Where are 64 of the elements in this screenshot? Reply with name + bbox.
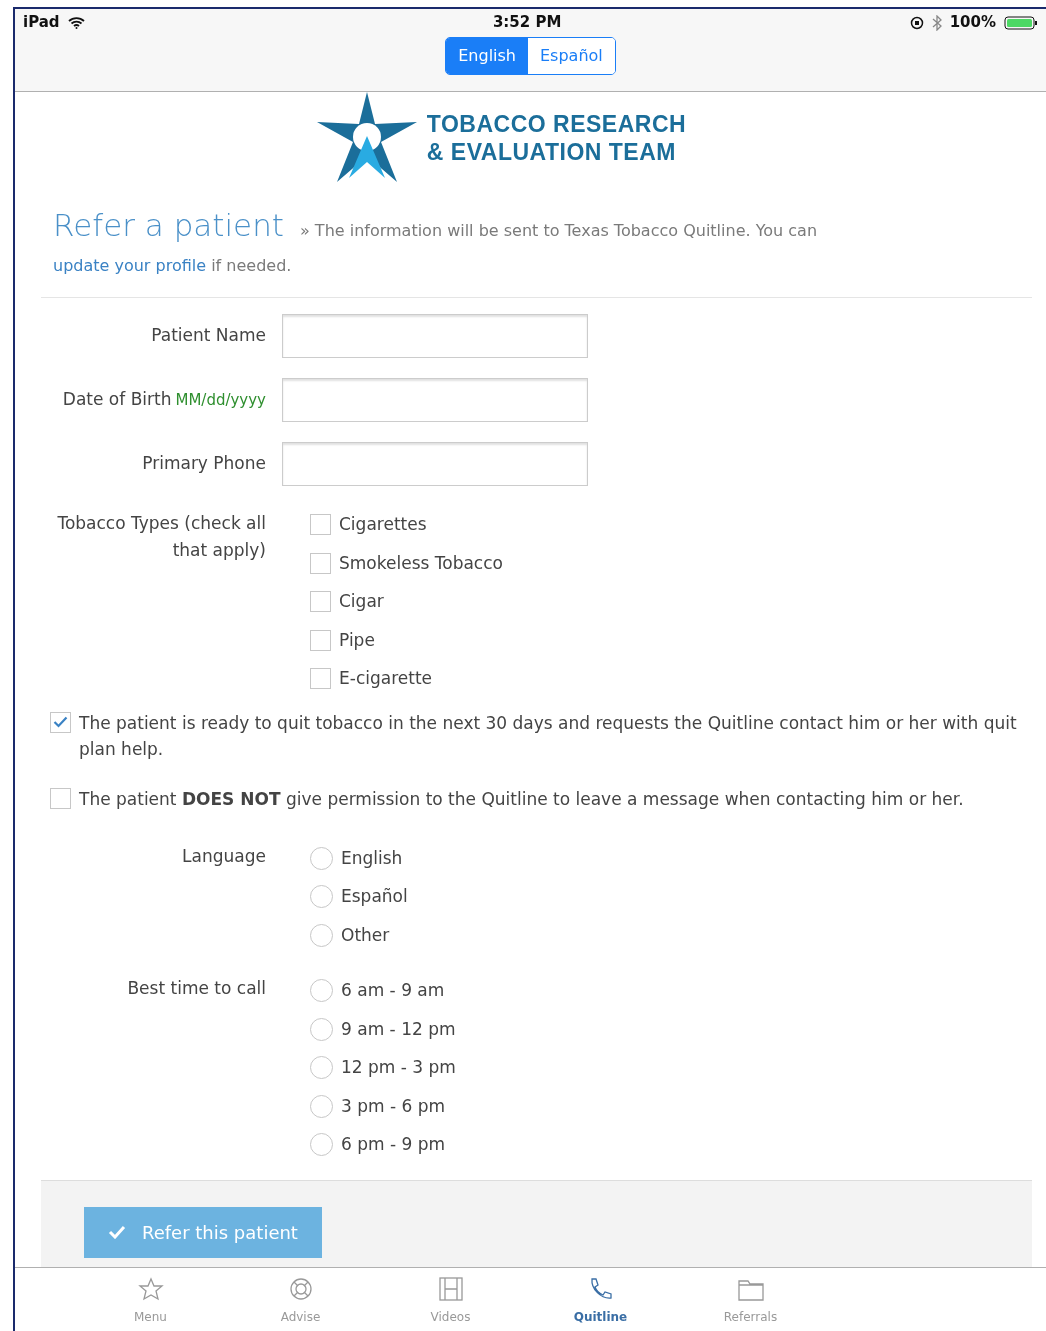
field-label: Best time to call [127, 978, 266, 998]
checkbox[interactable] [310, 552, 331, 574]
intro-text: » The information will be sent to Texas Tobacco Quitline. You can [300, 221, 818, 240]
logo-text: TOBACCO RESEARCH [426, 110, 687, 138]
battery-percent: 100% [949, 12, 996, 34]
rotation-lock-icon [909, 15, 924, 30]
option-label: Pipe [339, 628, 375, 652]
field-label: Primary Phone [142, 453, 266, 474]
option-label: Smokeless Tobacco [339, 551, 503, 575]
field-label: Patient Name [151, 325, 266, 346]
checkbox[interactable] [310, 668, 331, 690]
film-icon [436, 1275, 465, 1302]
clock-time: 3:52 PM [492, 12, 562, 34]
radio-button[interactable] [310, 1133, 333, 1157]
radio-button[interactable] [310, 846, 333, 870]
option-label: Español [341, 885, 408, 908]
wifi-icon [67, 16, 85, 29]
option-label: Other [341, 923, 390, 947]
checkmark-icon [108, 1225, 126, 1239]
option-label: Cigar [339, 590, 384, 613]
language-tab[interactable]: English [446, 38, 528, 74]
page-title: Refer a patient [53, 207, 284, 243]
option-label: 12 pm - 3 pm [341, 1056, 456, 1079]
option-label: 6 am - 9 am [341, 979, 445, 1002]
field-label: Tobacco Types (check all that apply) [57, 513, 266, 560]
profile-link[interactable]: update your profile [53, 256, 207, 275]
checkbox[interactable] [50, 787, 71, 809]
checkbox[interactable] [310, 591, 331, 613]
input-field[interactable] [282, 314, 588, 358]
refer-button[interactable]: Refer this patient [84, 1206, 322, 1258]
format-hint: MM/dd/yyyy [175, 391, 266, 410]
option-label: 3 pm - 6 pm [341, 1094, 446, 1118]
radio-button[interactable] [310, 885, 333, 909]
radio-button[interactable] [310, 1017, 333, 1041]
option-label: 6 pm - 9 pm [341, 1133, 446, 1156]
radio-button[interactable] [310, 1056, 333, 1080]
tab-bar-item[interactable]: Quitline [525, 1267, 676, 1327]
checkbox[interactable] [310, 629, 331, 651]
radio-button[interactable] [310, 1094, 333, 1118]
logo-text: & EVALUATION TEAM [426, 138, 677, 166]
radio-button[interactable] [310, 979, 333, 1003]
option-label: Cigarettes [339, 513, 427, 536]
device-name: iPad [23, 12, 60, 34]
option-label: 9 am - 12 pm [341, 1017, 456, 1041]
language-tab[interactable]: Español [528, 38, 615, 74]
consent-text: The patient is ready to quit tobacco in the next 30 days and requests the Quitline contact him or her with quit plan help. [79, 711, 1018, 761]
option-label: English [341, 846, 403, 870]
checkbox[interactable] [310, 514, 331, 536]
tab-bar-item[interactable]: Referrals [675, 1267, 826, 1327]
input-field[interactable] [282, 378, 588, 422]
field-label: Date of Birth [62, 389, 172, 410]
option-label: E-cigarette [339, 667, 433, 690]
radio-button[interactable] [310, 923, 333, 947]
battery-icon [1004, 15, 1038, 30]
checkbox[interactable] [50, 711, 71, 733]
tab-bar-item[interactable]: Videos [375, 1267, 526, 1327]
star-icon [136, 1275, 165, 1302]
bluetooth-icon [931, 14, 942, 31]
tab-bar-item[interactable]: Advise [225, 1267, 376, 1327]
intro-text: update your profile if needed. [53, 256, 292, 275]
consent-text: The patient DOES NOT give permission to the Quitline to leave a message when contacting him or her. [79, 787, 964, 811]
input-field[interactable] [282, 442, 588, 486]
field-label: Language [182, 845, 266, 866]
tab-bar-item[interactable]: Menu [75, 1267, 226, 1327]
